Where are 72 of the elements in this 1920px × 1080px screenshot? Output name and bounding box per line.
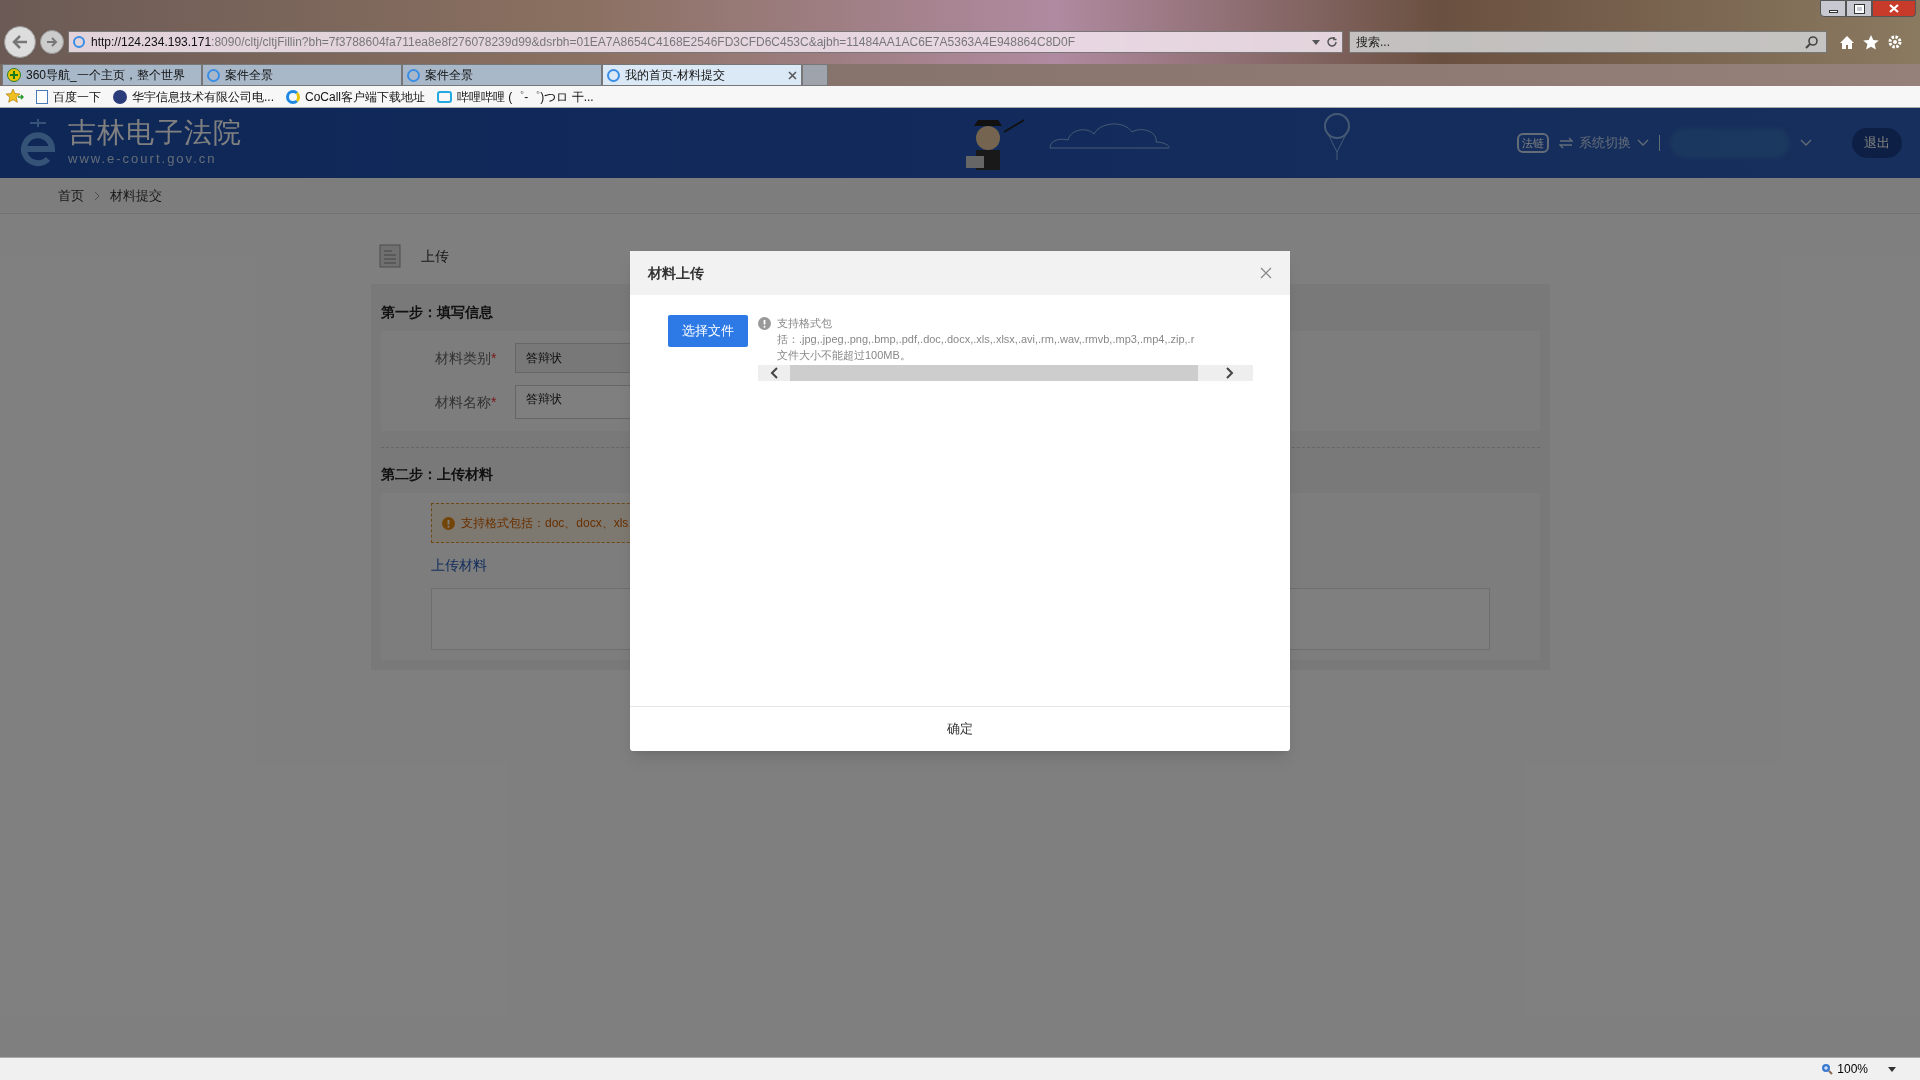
url-text: http://124.234.193.171:8090/cltj/cltjFillin?bh=7f3788604fa711ea8e8f276078239d99&dsrbh=01EA7A8654C4168E2546FD3CFD6C453C&ajbh=11484AA1AC6E7A5363A4E948864C8D0F <box>91 34 1076 51</box>
minimize-icon <box>1828 10 1838 13</box>
breadcrumb-link[interactable]: 材料提交 <box>110 185 162 206</box>
search-icon[interactable] <box>1805 35 1819 49</box>
dropdown-icon <box>1312 39 1320 45</box>
chevron-right-icon <box>94 190 100 201</box>
zoom-level[interactable]: 100% <box>1821 1060 1868 1078</box>
scrollbar-thumb[interactable] <box>790 365 1198 381</box>
browser-tab[interactable]: 案件全景 <box>202 64 402 86</box>
restore-icon <box>1854 4 1864 13</box>
back-button[interactable] <box>4 26 36 58</box>
browser-tab[interactable]: 360导航_一个主页，整个世界 <box>2 64 202 86</box>
restore-button[interactable] <box>1846 0 1872 17</box>
format-hint-text: 支持格式包 <box>777 316 832 331</box>
favorite-link[interactable]: 华宇信息技术有限公司电... <box>113 87 274 106</box>
logo-icon <box>113 89 127 104</box>
dropdown-icon[interactable] <box>1888 1066 1896 1072</box>
notice-text: 支持格式包括：doc、docx、xls、 <box>461 515 641 532</box>
field-label: 材料名称* <box>435 392 497 412</box>
breadcrumb-link[interactable]: 首页 <box>58 185 84 206</box>
format-hint-text: 括：.jpg,.jpeg,.png,.bmp,.pdf,.doc,.docx,.xls,.xlsx,.avi,.rm,.wav,.rmvb,.mp3,.mp4,.zip,.r <box>777 332 1195 347</box>
close-button[interactable] <box>1872 0 1916 17</box>
chevron-right-icon[interactable] <box>1226 367 1234 379</box>
favorite-link[interactable]: 哔哩哔哩 (゜-゜)つロ 干... <box>437 87 594 106</box>
browser-icon <box>607 68 620 82</box>
info-icon <box>758 317 771 330</box>
step-title: 第二步：上传材料 <box>381 465 493 484</box>
c-logo-icon <box>286 89 300 104</box>
tv-icon <box>437 90 453 103</box>
step-title: 第一步：填写信息 <box>381 303 493 322</box>
close-icon <box>1889 4 1899 13</box>
minimize-button[interactable] <box>1820 0 1846 17</box>
back-arrow-icon <box>12 35 28 49</box>
site-title: 吉林电子法院 <box>68 117 242 150</box>
browser-icon <box>207 68 220 82</box>
chain-badge: 法链 <box>1517 132 1549 154</box>
address-bar[interactable]: http://124.234.193.171:8090/cltj/cltjFillin?bh=7f3788604fa711ea8e8f276078239d99&dsrbh=01EA7A8654C4168E2546FD3CFD6C453C&ajbh=11484AA1AC6E7A5363A4E948864C8D0F <box>68 31 1343 53</box>
settings-icon[interactable] <box>1887 34 1903 50</box>
browser-tab[interactable]: 案件全景 <box>402 64 602 86</box>
horizontal-scrollbar[interactable] <box>758 365 1253 381</box>
confirm-button[interactable]: 确定 <box>630 706 1290 751</box>
dialog-title: 材料上传 <box>648 263 705 283</box>
star-icon[interactable] <box>1863 34 1879 50</box>
format-hint-text: 文件大小不能超过100MB。 <box>777 348 911 363</box>
close-icon[interactable] <box>788 70 797 80</box>
forward-arrow-icon <box>46 37 58 47</box>
swap-arrows-icon <box>1559 137 1573 149</box>
home-icon[interactable] <box>1839 34 1855 50</box>
close-icon[interactable] <box>1260 267 1272 279</box>
plus-icon <box>7 68 21 82</box>
browser-icon <box>73 36 85 48</box>
page-icon <box>36 89 48 104</box>
search-field[interactable]: 搜索... <box>1349 31 1827 53</box>
chevron-down-icon[interactable] <box>1800 139 1812 147</box>
browser-tab[interactable]: 我的首页-材料提交 <box>602 64 802 86</box>
zoom-in-icon <box>1821 1063 1834 1075</box>
forward-button[interactable] <box>40 30 64 54</box>
site-url: www.e-court.gov.cn <box>68 150 218 169</box>
court-logo-icon <box>18 117 58 169</box>
field-label: 材料类别* <box>435 348 497 368</box>
page-title: 上传 <box>421 246 449 266</box>
logout-button[interactable]: 退出 <box>1852 128 1902 158</box>
favorite-link[interactable]: 百度一下 <box>36 87 101 106</box>
chevron-left-icon[interactable] <box>770 367 778 379</box>
favorite-link[interactable]: CoCall客户端下载地址 <box>286 87 426 106</box>
chevron-down-icon <box>1637 139 1649 147</box>
refresh-icon <box>1326 36 1338 48</box>
warning-icon <box>442 516 455 530</box>
browser-icon <box>407 68 420 82</box>
favorites-star-icon[interactable] <box>6 89 24 104</box>
choose-file-button[interactable]: 选择文件 <box>668 315 748 347</box>
document-icon <box>379 244 401 268</box>
